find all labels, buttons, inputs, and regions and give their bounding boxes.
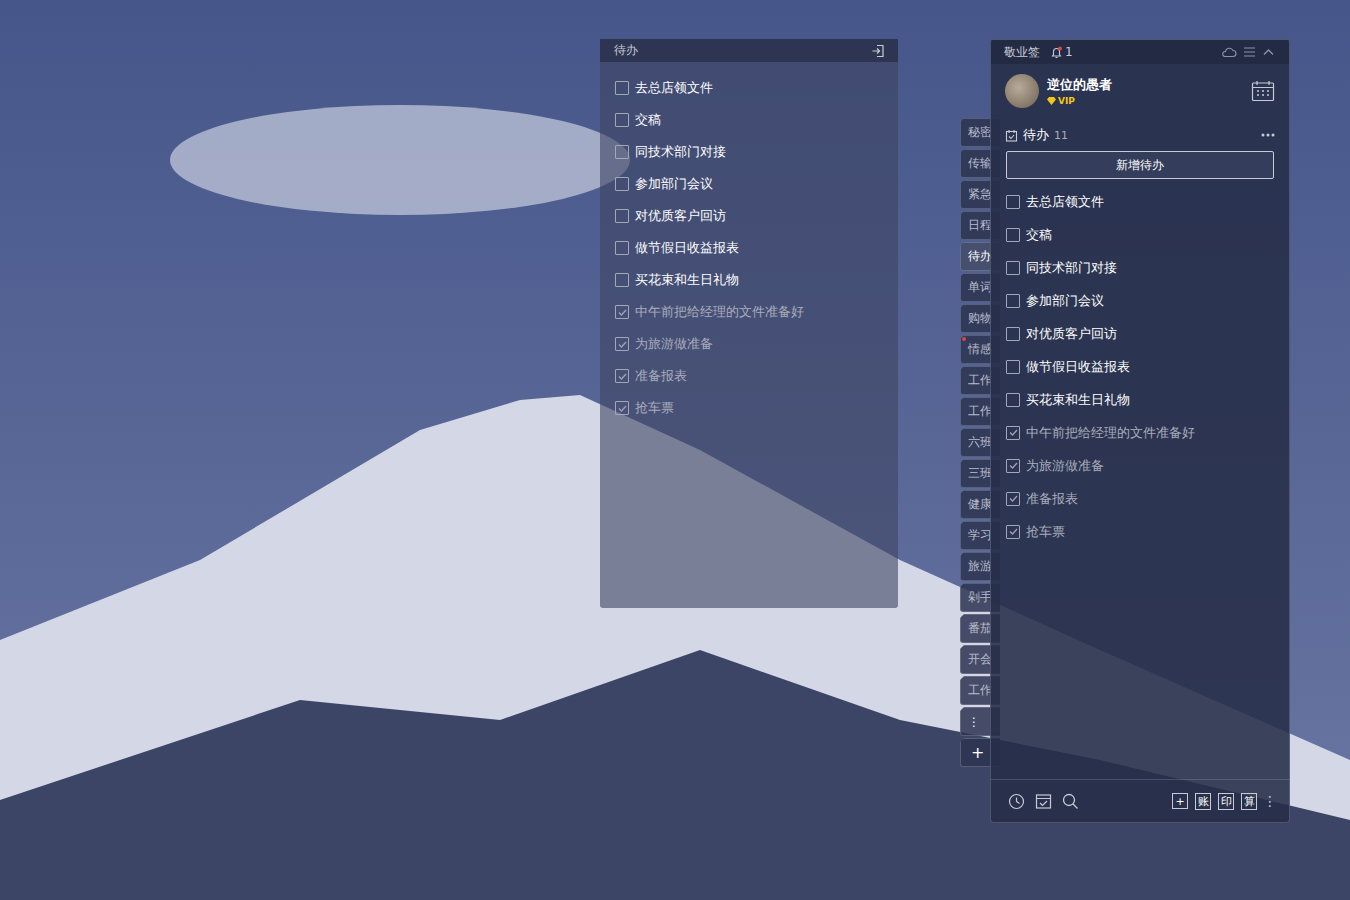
todo-item[interactable]: 去总店领文件	[600, 72, 898, 104]
todo-item[interactable]: 中午前把给经理的文件准备好	[991, 416, 1289, 449]
vip-badge: VIP	[1047, 96, 1112, 106]
section-count: 11	[1054, 129, 1068, 142]
todo-item[interactable]: 同技术部门对接	[991, 251, 1289, 284]
check-icon	[1008, 493, 1019, 504]
footer-button[interactable]: 账	[1195, 793, 1211, 810]
checkbox[interactable]	[615, 81, 629, 95]
footer-bar: + 账印算 ⋮	[991, 779, 1289, 822]
todo-item[interactable]: 准备报表	[600, 360, 898, 392]
profile: 逆位的愚者 VIP	[991, 64, 1289, 116]
todo-item[interactable]: 参加部门会议	[991, 284, 1289, 317]
clock-icon[interactable]	[1008, 793, 1025, 810]
check-icon	[1008, 526, 1019, 537]
checkbox[interactable]	[615, 113, 629, 127]
checkbox[interactable]	[615, 145, 629, 159]
done-list-icon[interactable]	[1035, 793, 1052, 810]
todo-item[interactable]: 交稿	[600, 104, 898, 136]
menu-icon[interactable]	[1243, 46, 1256, 58]
user-name[interactable]: 逆位的愚者	[1047, 76, 1112, 94]
section-header: 待办 11	[991, 116, 1289, 144]
checkbox[interactable]	[615, 177, 629, 191]
checkbox[interactable]	[1006, 327, 1020, 341]
footer-button[interactable]: 算	[1241, 793, 1257, 810]
title-bar[interactable]: 待办	[600, 39, 898, 62]
todo-item[interactable]: 为旅游做准备	[991, 449, 1289, 482]
notification-count: 1	[1065, 45, 1073, 59]
footer-button[interactable]: +	[1172, 793, 1188, 809]
check-icon	[1008, 427, 1019, 438]
checkbox[interactable]	[1006, 492, 1020, 506]
add-todo-button[interactable]: 新增待办	[1006, 151, 1274, 179]
todo-item[interactable]: 对优质客户回访	[600, 200, 898, 232]
todo-item[interactable]: 参加部门会议	[600, 168, 898, 200]
check-icon	[617, 307, 628, 318]
check-icon	[1008, 460, 1019, 471]
cloud-icon[interactable]	[1221, 46, 1237, 58]
todo-item[interactable]: 做节假日收益报表	[991, 350, 1289, 383]
todo-item[interactable]: 对优质客户回访	[991, 317, 1289, 350]
todo-item[interactable]: 买花束和生日礼物	[600, 264, 898, 296]
todo-item[interactable]: 中午前把给经理的文件准备好	[600, 296, 898, 328]
check-icon	[617, 371, 628, 382]
checkbox[interactable]	[1006, 360, 1020, 374]
bell-icon[interactable]	[1050, 46, 1063, 59]
checkbox[interactable]	[1006, 261, 1020, 275]
checkbox[interactable]	[1006, 459, 1020, 473]
search-icon[interactable]	[1062, 793, 1079, 810]
todo-item[interactable]: 买花束和生日礼物	[991, 383, 1289, 416]
todo-window[interactable]: 待办 去总店领文件 交稿 同技术部门对接 参加部门会议 对优质客户回访 做节假日…	[600, 39, 898, 608]
todo-item[interactable]: 同技术部门对接	[600, 136, 898, 168]
todo-item[interactable]: 准备报表	[991, 482, 1289, 515]
checkbox[interactable]	[1006, 228, 1020, 242]
checkbox[interactable]	[615, 337, 629, 351]
title-bar[interactable]: 敬业签 1	[991, 40, 1289, 64]
checkbox[interactable]	[615, 273, 629, 287]
footer-more-button[interactable]: ⋮	[1263, 793, 1277, 809]
checkbox[interactable]	[615, 305, 629, 319]
todo-item[interactable]: 为旅游做准备	[600, 328, 898, 360]
exit-icon[interactable]	[871, 44, 885, 58]
checkbox[interactable]	[1006, 525, 1020, 539]
checkbox[interactable]	[615, 401, 629, 415]
app-title: 敬业签	[1004, 44, 1040, 61]
check-icon	[617, 403, 628, 414]
checkbox[interactable]	[615, 241, 629, 255]
checkbox[interactable]	[1006, 294, 1020, 308]
desktop: 秘密 传输 紧急 日程 待办 单词 购物 情感 工作 工作 六班 三班 健康 学…	[0, 0, 1350, 900]
window-title: 待办	[614, 42, 638, 59]
avatar[interactable]	[1005, 74, 1039, 108]
todo-item[interactable]: 抢车票	[600, 392, 898, 424]
footer-button[interactable]: 印	[1218, 793, 1234, 810]
diamond-icon	[1047, 97, 1056, 105]
section-title: 待办	[1023, 126, 1049, 144]
calendar-icon[interactable]	[1251, 80, 1275, 102]
more-icon[interactable]	[1261, 133, 1275, 137]
todo-item[interactable]: 交稿	[991, 218, 1289, 251]
checkbox[interactable]	[615, 369, 629, 383]
todo-item[interactable]: 去总店领文件	[991, 185, 1289, 218]
collapse-icon[interactable]	[1262, 46, 1275, 58]
checkbox[interactable]	[1006, 426, 1020, 440]
todo-list: 去总店领文件 交稿 同技术部门对接 参加部门会议 对优质客户回访 做节假日收益报…	[991, 185, 1289, 779]
todo-item[interactable]: 抢车票	[991, 515, 1289, 548]
todo-icon	[1005, 129, 1018, 142]
app-window[interactable]: 敬业签 1 逆位的愚者 VIP 待办 11 新增待办 去总店领文件 交稿 同技术…	[990, 39, 1290, 823]
notice-dot	[962, 337, 966, 341]
check-icon	[617, 339, 628, 350]
checkbox[interactable]	[1006, 195, 1020, 209]
todo-item[interactable]: 做节假日收益报表	[600, 232, 898, 264]
checkbox[interactable]	[1006, 393, 1020, 407]
todo-list: 去总店领文件 交稿 同技术部门对接 参加部门会议 对优质客户回访 做节假日收益报…	[600, 62, 898, 424]
checkbox[interactable]	[615, 209, 629, 223]
